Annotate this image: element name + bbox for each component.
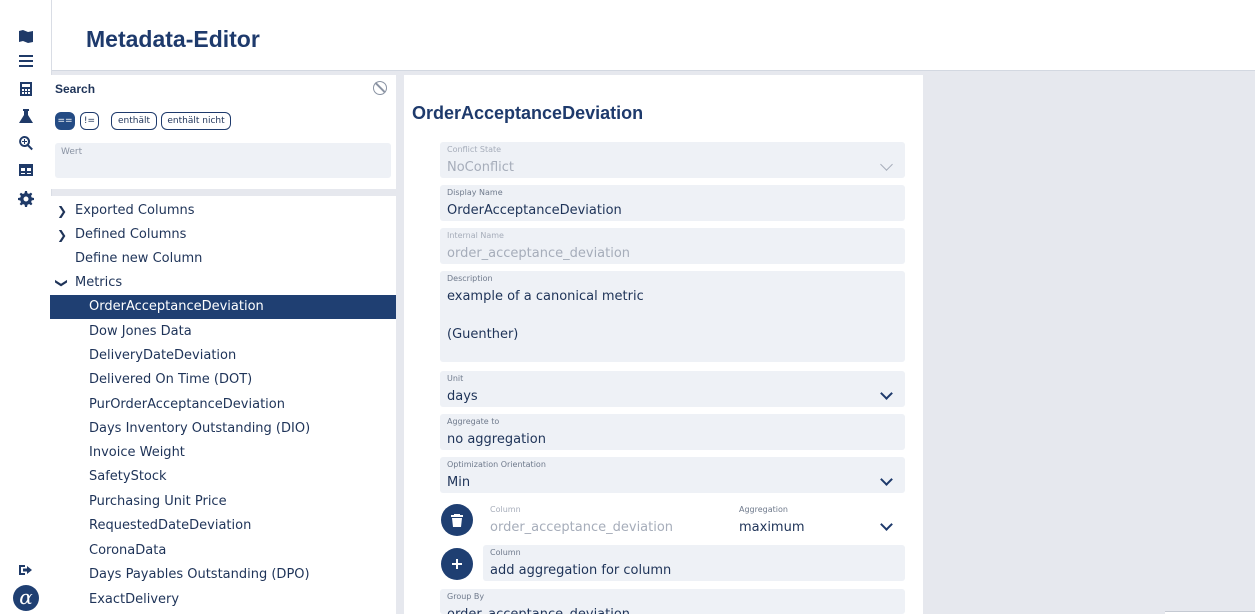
tree-metric-item[interactable]: DeliveryDateDeviation: [50, 344, 396, 368]
calculator-icon[interactable]: [17, 80, 35, 98]
search-value-label: Wert: [61, 147, 83, 157]
tree-metric-item[interactable]: Days Inventory Outstanding (DIO): [50, 417, 396, 441]
tree-group-metrics[interactable]: ❯ Metrics: [50, 271, 396, 295]
add-aggregation-column-input[interactable]: Column add aggregation for column: [483, 545, 905, 581]
tree-metric-item[interactable]: SafetyStock: [50, 465, 396, 489]
operator-not-equals-button[interactable]: !=: [80, 112, 99, 130]
aggregation-row: Column order_acceptance_deviation Aggreg…: [483, 502, 905, 538]
description-field[interactable]: Description example of a canonical metri…: [440, 271, 905, 362]
trash-icon: [451, 514, 463, 527]
gear-icon[interactable]: [17, 190, 35, 208]
tree-metric-item[interactable]: Invoice Weight: [50, 441, 396, 465]
conflict-state-select[interactable]: Conflict State NoConflict: [440, 142, 905, 178]
plus-icon: [452, 559, 462, 569]
flask-icon[interactable]: [17, 107, 35, 125]
chevron-down-icon: [880, 387, 893, 400]
form-heading: OrderAcceptanceDeviation: [412, 103, 644, 123]
tree-metric-item[interactable]: Dow Jones Data: [50, 320, 396, 344]
map-icon[interactable]: [17, 27, 35, 45]
chevron-down-icon: [880, 473, 893, 486]
alpha-logo: α: [13, 585, 39, 611]
chevron-right-icon: ❯: [56, 228, 68, 242]
tree-metric-item[interactable]: PurOrderAcceptanceDeviation: [50, 393, 396, 417]
icon-rail: α: [0, 0, 52, 614]
chevron-right-icon: ❯: [56, 204, 68, 218]
metadata-tree: ❯ Exported Columns ❯ Defined Columns Def…: [50, 196, 396, 614]
chevron-down-icon: [880, 158, 893, 171]
tree-metric-item[interactable]: Purchasing Unit Price: [50, 490, 396, 514]
internal-name-field: Internal Name order_acceptance_deviation: [440, 228, 905, 264]
metric-form: OrderAcceptanceDeviation Conflict State …: [404, 75, 923, 614]
chevron-down-icon: ❯: [55, 277, 69, 289]
tree-metric-item[interactable]: RequestedDateDeviation: [50, 514, 396, 538]
tree-group-defined-columns[interactable]: ❯ Defined Columns: [50, 223, 396, 247]
chevron-down-icon[interactable]: [880, 518, 893, 531]
operator-not-contains-button[interactable]: enthält nicht: [161, 112, 231, 130]
delete-aggregation-button[interactable]: [441, 504, 473, 536]
zoom-icon[interactable]: [17, 134, 35, 152]
operator-contains-button[interactable]: enthält: [111, 112, 157, 130]
aggregate-to-field[interactable]: Aggregate to no aggregation: [440, 414, 905, 450]
list-icon[interactable]: [17, 52, 35, 70]
app-title: Metadata-Editor: [86, 26, 260, 52]
unit-select[interactable]: Unit days: [440, 371, 905, 407]
clear-search-icon[interactable]: [373, 81, 387, 95]
logout-icon[interactable]: [17, 561, 35, 579]
aggregation-column-field[interactable]: order_acceptance_deviation: [490, 518, 673, 537]
tree-metric-item[interactable]: OrderAcceptanceDeviation: [50, 295, 396, 319]
tree-metric-item[interactable]: Days Payables Outstanding (DPO): [50, 563, 396, 587]
tree-item-define-new-column[interactable]: Define new Column: [50, 247, 396, 271]
display-name-field[interactable]: Display Name OrderAcceptanceDeviation: [440, 185, 905, 221]
aggregation-function-select[interactable]: maximum: [739, 518, 805, 537]
add-aggregation-button[interactable]: [441, 548, 473, 580]
operator-equals-button[interactable]: ==: [55, 112, 75, 130]
search-value-input[interactable]: Wert: [55, 143, 391, 178]
tree-metric-item[interactable]: ExactDelivery: [50, 588, 396, 612]
optimization-orientation-select[interactable]: Optimization Orientation Min: [440, 457, 905, 493]
tree-metric-item[interactable]: CoronaData: [50, 539, 396, 563]
group-by-field[interactable]: Group By order_acceptance_deviation: [440, 589, 905, 614]
tree-group-exported-columns[interactable]: ❯ Exported Columns: [50, 199, 396, 223]
app-header: Metadata-Editor: [52, 0, 1255, 71]
tree-metric-item[interactable]: Delivered On Time (DOT): [50, 368, 396, 392]
search-panel: Search == != enthält enthält nicht Wert: [50, 75, 396, 189]
table-icon[interactable]: [17, 161, 35, 179]
search-label: Search: [55, 82, 96, 96]
